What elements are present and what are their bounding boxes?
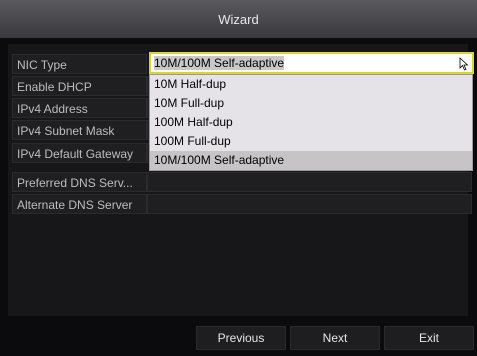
- row-alternate-dns: Alternate DNS Server: [12, 194, 472, 214]
- nic-type-label: NIC Type: [12, 54, 147, 74]
- nic-type-select[interactable]: 10M/100M Self-adaptive: [149, 52, 474, 74]
- dropdown-option[interactable]: 100M Full-dup: [150, 132, 472, 151]
- mouse-pointer-icon: [459, 57, 469, 71]
- alternate-dns-field[interactable]: [147, 194, 472, 214]
- wizard-window: Wizard NIC Type Enable DHCP IPv4 Address…: [0, 0, 477, 356]
- nic-type-selected-value: 10M/100M Self-adaptive: [154, 56, 285, 70]
- row-preferred-dns: Preferred DNS Serv...: [12, 172, 472, 192]
- previous-button[interactable]: Previous: [196, 326, 286, 350]
- dropdown-option-selected[interactable]: 10M/100M Self-adaptive: [150, 151, 472, 170]
- exit-button[interactable]: Exit: [384, 326, 474, 350]
- preferred-dns-label: Preferred DNS Serv...: [12, 172, 147, 192]
- ipv4-address-label: IPv4 Address: [12, 98, 147, 118]
- ipv4-subnet-mask-label: IPv4 Subnet Mask: [12, 120, 147, 140]
- window-title: Wizard: [218, 11, 259, 27]
- title-bar: Wizard: [0, 0, 477, 38]
- button-bar: Previous Next Exit: [0, 322, 477, 356]
- alternate-dns-label: Alternate DNS Server: [12, 194, 147, 214]
- dropdown-option[interactable]: 100M Half-dup: [150, 113, 472, 132]
- row-nic-type: NIC Type: [12, 54, 147, 74]
- enable-dhcp-label: Enable DHCP: [12, 76, 147, 96]
- dropdown-option[interactable]: 10M Half-dup: [150, 75, 472, 94]
- next-button[interactable]: Next: [290, 326, 380, 350]
- preferred-dns-field[interactable]: [147, 172, 472, 192]
- ipv4-default-gateway-label: IPv4 Default Gateway: [12, 143, 147, 163]
- dropdown-option[interactable]: 10M Full-dup: [150, 94, 472, 113]
- nic-type-dropdown: 10M Half-dup 10M Full-dup 100M Half-dup …: [149, 74, 473, 171]
